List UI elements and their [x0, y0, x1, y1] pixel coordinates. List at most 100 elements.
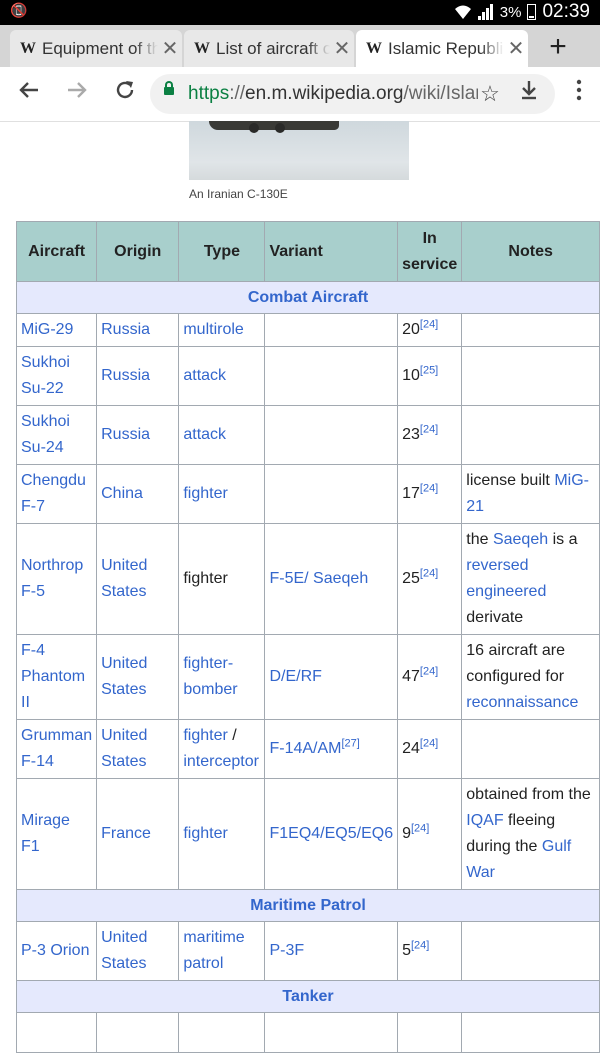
- type-link[interactable]: fighter-bomber: [183, 655, 237, 698]
- address-bar[interactable]: https://en.m.wikipedia.org/wiki/Islamic_…: [150, 74, 555, 114]
- note-link[interactable]: IQAF: [466, 812, 503, 829]
- origin-line: United: [101, 727, 148, 744]
- aircraft-link[interactable]: Sukhoi Su-22: [21, 354, 70, 397]
- header-in-service-line2: service: [402, 255, 458, 273]
- citation-link[interactable]: [24]: [411, 940, 429, 952]
- citation-link[interactable]: [24]: [411, 823, 429, 835]
- note-link[interactable]: engineered: [466, 583, 546, 600]
- origin-link[interactable]: Russia: [101, 367, 150, 384]
- bookmark-star-icon[interactable]: ☆: [475, 79, 505, 109]
- aircraft-link[interactable]: P-3 Orion: [21, 942, 89, 959]
- citation-link[interactable]: [24]: [420, 568, 438, 580]
- forward-arrow-icon[interactable]: [62, 79, 92, 109]
- tab-list-of-aircraft[interactable]: W List of aircraft of the Iranian ✕: [184, 30, 354, 67]
- citation-link[interactable]: [24]: [420, 483, 438, 495]
- origin-link[interactable]: United States: [101, 557, 147, 600]
- note-link[interactable]: Saeqeh: [493, 531, 548, 548]
- origin-link[interactable]: United States: [101, 727, 147, 770]
- count: 47: [402, 668, 420, 685]
- variant-cell[interactable]: P-3F: [264, 921, 399, 981]
- origin-line: States: [101, 583, 147, 600]
- download-icon[interactable]: [514, 79, 544, 109]
- aircraft-link[interactable]: F-4 Phantom II: [21, 642, 85, 711]
- citation-link[interactable]: [24]: [420, 666, 438, 678]
- header-variant[interactable]: Variant: [264, 221, 399, 282]
- tab-islamic-republic[interactable]: W Islamic Republic of Iran Air Force ✕: [356, 30, 528, 67]
- note-link[interactable]: Gulf: [542, 838, 571, 855]
- origin-link[interactable]: Russia: [101, 426, 150, 443]
- url-separator: ://: [229, 83, 246, 104]
- aircraft-link[interactable]: Sukhoi Su-24: [21, 413, 70, 456]
- url-text[interactable]: https://en.m.wikipedia.org/wiki/Islamic_…: [188, 83, 478, 105]
- type-line: maritime: [183, 929, 245, 946]
- type-line: bomber: [183, 681, 238, 698]
- variant-link[interactable]: P-3F: [269, 942, 304, 959]
- header-type[interactable]: Type: [178, 221, 266, 282]
- citation-link[interactable]: [24]: [420, 424, 438, 436]
- note-link[interactable]: reconnaissance: [466, 694, 578, 711]
- header-notes[interactable]: Notes: [461, 221, 600, 282]
- menu-icon[interactable]: [564, 79, 594, 109]
- citation-link[interactable]: [24]: [420, 738, 438, 750]
- reload-icon[interactable]: [110, 79, 140, 109]
- in-service-cell: 10[25]: [397, 346, 463, 406]
- back-arrow-icon[interactable]: [14, 79, 44, 109]
- type-link[interactable]: attack: [183, 426, 226, 443]
- notes-cell: [461, 346, 600, 406]
- variant-link[interactable]: F1EQ4/EQ5/EQ6: [269, 825, 393, 842]
- note-link[interactable]: War: [466, 864, 495, 881]
- new-tab-icon[interactable]: +: [540, 30, 576, 64]
- type-link[interactable]: interceptor: [183, 753, 259, 770]
- in-service-cell: 23[24]: [397, 405, 463, 465]
- wikipedia-icon: W: [20, 39, 36, 57]
- note-text: obtained from the: [466, 786, 591, 803]
- note-link[interactable]: MiG-: [554, 472, 589, 489]
- table-row: P-3 Orion United States maritime patrol P-…: [15, 921, 600, 981]
- header-in-service[interactable]: In service: [397, 221, 463, 282]
- close-icon[interactable]: ✕: [330, 36, 354, 61]
- origin-link[interactable]: China: [101, 485, 143, 502]
- variant-cell: [264, 405, 399, 465]
- variant-cell[interactable]: F-5E/ Saeqeh: [264, 523, 399, 635]
- variant-link[interactable]: F-5E/ Saeqeh: [269, 570, 368, 587]
- origin-link[interactable]: France: [101, 825, 151, 842]
- close-icon[interactable]: ✕: [504, 36, 528, 61]
- table-row: Sukhoi Su-22 Russia attack 10[25]: [15, 346, 600, 406]
- citation-link[interactable]: [24]: [420, 319, 438, 331]
- note-link[interactable]: reversed: [466, 557, 528, 574]
- note-link[interactable]: 21: [466, 498, 484, 515]
- type-link[interactable]: multirole: [183, 321, 243, 338]
- aircraft-link[interactable]: Grumman F-14: [21, 727, 92, 770]
- origin-link[interactable]: Russia: [101, 321, 150, 338]
- notes-cell: [461, 921, 600, 981]
- variant-link[interactable]: F-14A/AM: [269, 740, 341, 757]
- aircraft-link[interactable]: Northrop F-5: [21, 557, 83, 600]
- header-origin[interactable]: Origin: [96, 221, 180, 282]
- note-text: configured for: [466, 668, 565, 685]
- table-row: [15, 1012, 600, 1053]
- citation-link[interactable]: [25]: [420, 365, 438, 377]
- note-text: during the: [466, 838, 542, 855]
- type-link[interactable]: fighter: [183, 485, 227, 502]
- close-icon[interactable]: ✕: [158, 36, 182, 61]
- variant-cell[interactable]: D/E/RF: [264, 634, 399, 720]
- variant-cell[interactable]: F1EQ4/EQ5/EQ6: [264, 778, 399, 890]
- type-link[interactable]: maritime patrol: [183, 929, 244, 972]
- variant-cell[interactable]: F-14A/AM[27]: [264, 719, 399, 779]
- tab-equipment[interactable]: W Equipment of the Islamic Republic ✕: [10, 30, 182, 67]
- type-link[interactable]: attack: [183, 367, 226, 384]
- aircraft-photo[interactable]: [189, 121, 409, 180]
- origin-link[interactable]: United States: [101, 655, 147, 698]
- variant-link[interactable]: D/E/RF: [269, 668, 321, 685]
- plane-wheel: [275, 123, 285, 133]
- aircraft-link[interactable]: MiG-29: [21, 321, 73, 338]
- citation-link[interactable]: [27]: [342, 738, 360, 750]
- type-cell: fighter: [178, 523, 266, 635]
- type-link[interactable]: fighter: [183, 727, 227, 744]
- header-aircraft[interactable]: Aircraft: [15, 221, 98, 282]
- aircraft-link[interactable]: Mirage F1: [21, 812, 70, 855]
- in-service-cell: 24[24]: [397, 719, 463, 779]
- origin-link[interactable]: United States: [101, 929, 147, 972]
- type-link[interactable]: fighter: [183, 825, 227, 842]
- aircraft-link[interactable]: Chengdu F-7: [21, 472, 86, 515]
